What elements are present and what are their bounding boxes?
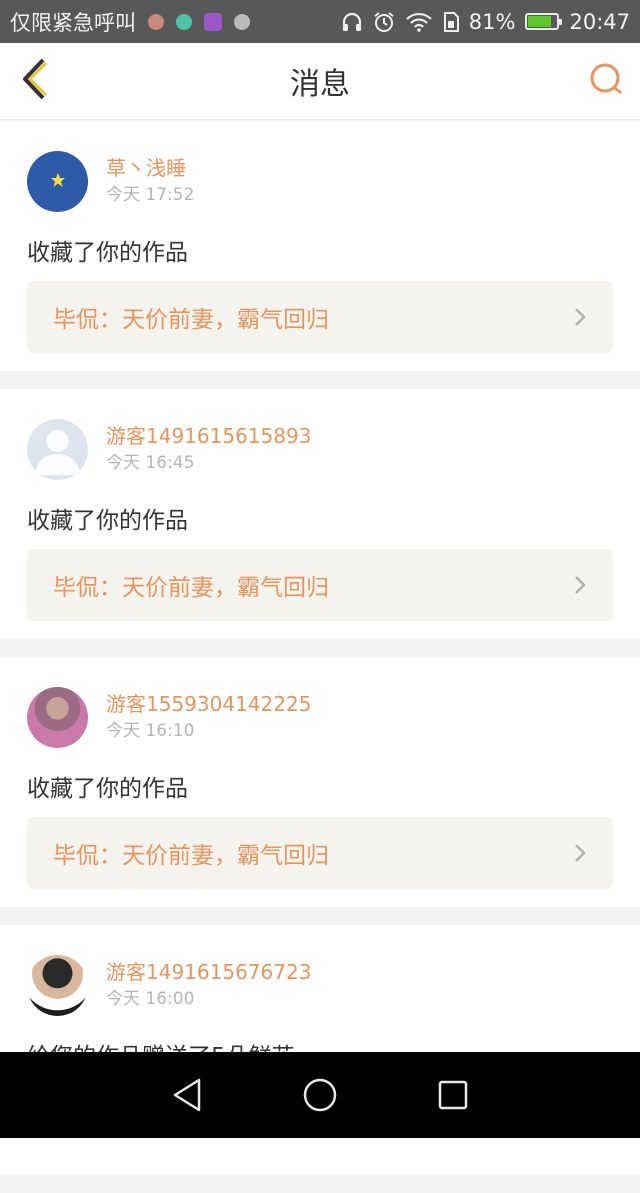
search-button[interactable] [586,61,626,101]
action-text: 收藏了你的作品 [27,776,188,802]
chevron-right-icon [573,842,587,864]
message-card: 游客1491615615893 今天 16:45 收藏了你的作品 毕侃：天价前妻… [0,389,640,639]
work-title: 毕侃：天价前妻，霸气回归 [53,575,329,601]
avatar[interactable] [27,151,88,212]
carrier-text: 仅限紧急呼叫 [10,10,136,35]
username[interactable]: 游客1491615615893 [106,423,311,449]
message-card: 草丶浅睡 今天 17:52 收藏了你的作品 毕侃：天价前妻，霸气回归 [0,121,640,371]
sim-icon [443,11,459,32]
app-icon-3 [204,12,222,31]
user-row[interactable]: 游客1491615676723 今天 16:00 [27,955,311,1016]
avatar[interactable] [27,419,88,480]
status-bar: 仅限紧急呼叫 81% 20:47 [0,0,640,43]
work-link[interactable]: 毕侃：天价前妻，霸气回归 [27,549,613,621]
alarm-icon [373,11,395,33]
battery-percent: 81% [468,9,516,34]
default-avatar-icon [27,419,88,480]
timestamp: 今天 16:00 [106,989,195,1009]
timestamp: 今天 17:52 [106,185,195,205]
app-icon-1 [148,13,164,30]
action-text: 收藏了你的作品 [27,508,188,534]
work-title: 毕侃：天价前妻，霸气回归 [53,843,329,869]
back-nav-icon[interactable] [162,1070,212,1120]
back-button[interactable] [14,57,54,105]
wifi-icon [405,12,433,32]
chevron-left-icon [19,57,49,105]
battery-icon [525,13,563,30]
app-header: 消息 [0,43,640,120]
user-row[interactable]: 草丶浅睡 今天 17:52 [27,151,194,212]
timestamp: 今天 16:10 [106,721,195,741]
action-text: 收藏了你的作品 [27,240,188,266]
username[interactable]: 游客1491615676723 [106,959,311,985]
search-icon [588,61,624,101]
username[interactable]: 游客1559304142225 [106,691,311,717]
timestamp: 今天 16:45 [106,453,195,473]
avatar[interactable] [27,955,88,1016]
chevron-right-icon [573,574,587,596]
message-card: 游客1559304142225 今天 16:10 收藏了你的作品 毕侃：天价前妻… [0,657,640,907]
chevron-right-icon [573,306,587,328]
home-nav-icon[interactable] [295,1070,345,1120]
recents-nav-icon[interactable] [428,1070,478,1120]
app-icon-4 [234,13,250,30]
work-title: 毕侃：天价前妻，霸气回归 [53,307,329,333]
clock: 20:47 [569,9,630,34]
avatar[interactable] [27,687,88,748]
user-row[interactable]: 游客1491615615893 今天 16:45 [27,419,311,480]
work-link[interactable]: 毕侃：天价前妻，霸气回归 [27,817,613,889]
username[interactable]: 草丶浅睡 [106,155,194,181]
work-link[interactable]: 毕侃：天价前妻，霸气回归 [27,281,613,353]
navigation-bar [0,1052,640,1138]
headphones-icon [341,12,363,32]
page-title: 消息 [290,67,350,102]
star-icon [50,172,66,192]
app-icon-2 [176,13,192,30]
message-list: 草丶浅睡 今天 17:52 收藏了你的作品 毕侃：天价前妻，霸气回归 游客149… [0,121,640,1193]
user-row[interactable]: 游客1559304142225 今天 16:10 [27,687,311,748]
